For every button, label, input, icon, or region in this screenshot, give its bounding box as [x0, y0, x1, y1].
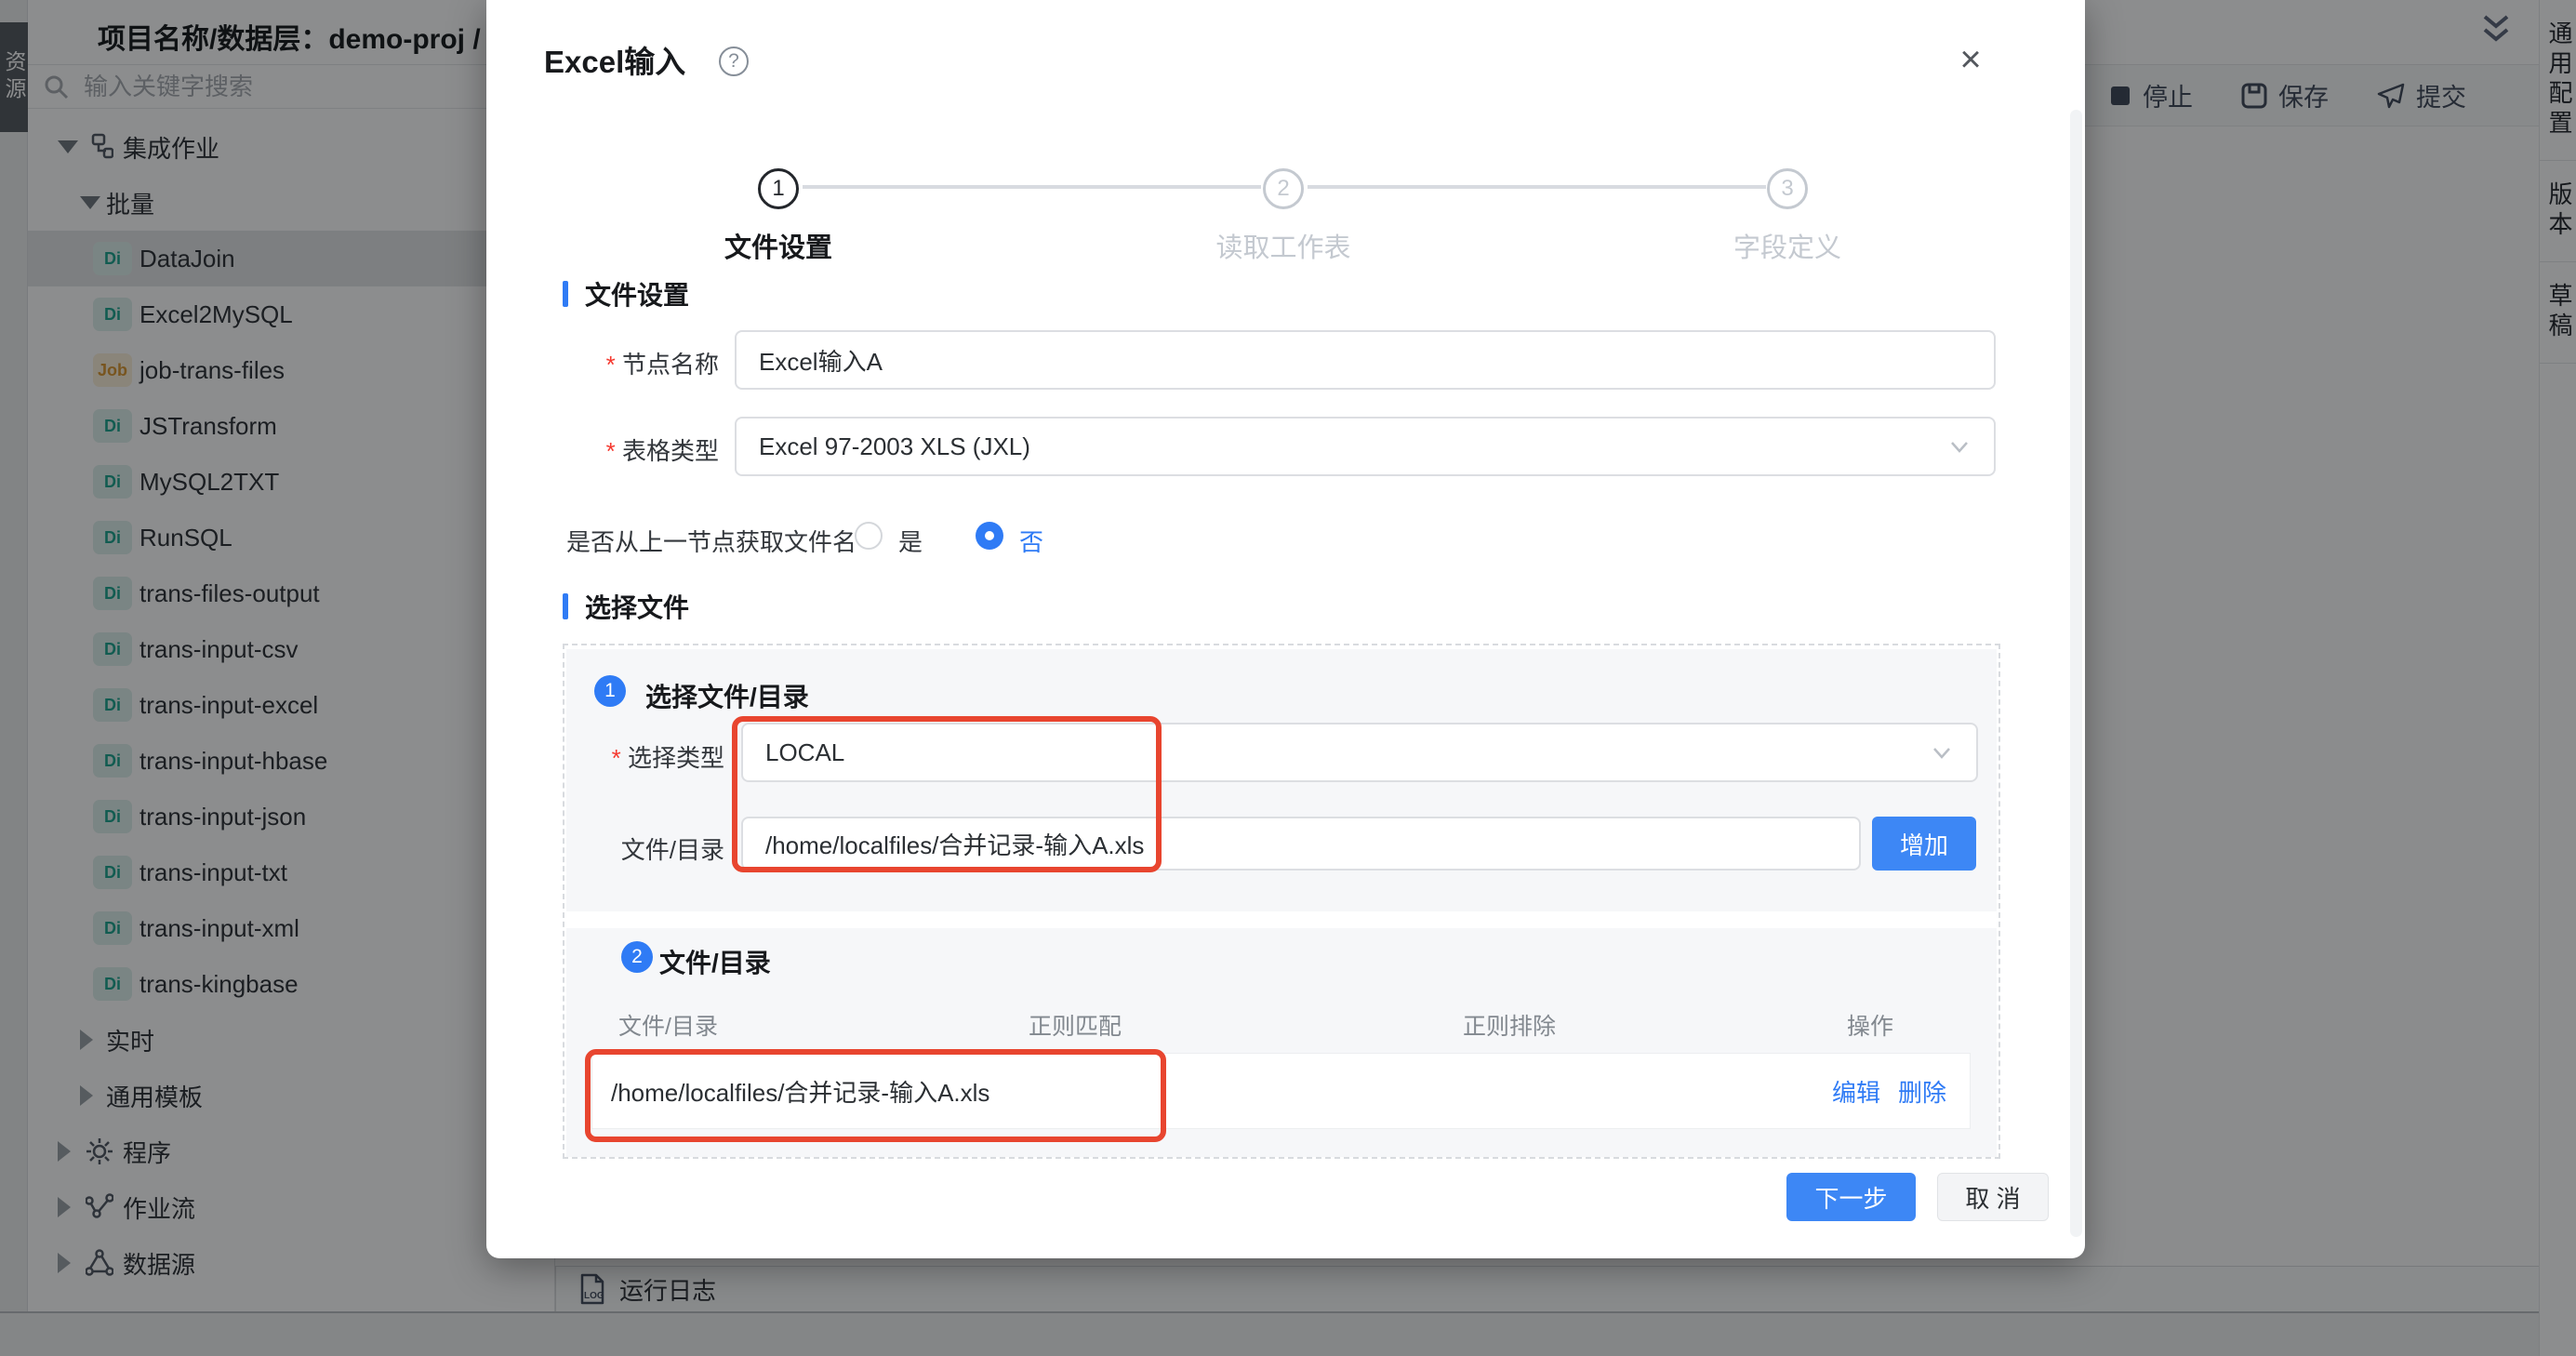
step-1-circle: 1 [758, 168, 799, 209]
panel-1-title: 选择文件/目录 [645, 677, 809, 714]
node-name-label: 节点名称 [524, 346, 719, 380]
step-connector [803, 185, 1261, 189]
panel-select-type: 1 选择文件/目录 选择类型 LOCAL 文件/目录 /home/localfi… [566, 649, 1997, 911]
close-icon[interactable]: × [1948, 39, 1993, 84]
panel-file-list: 2 文件/目录 文件/目录 正则匹配 正则排除 操作 /home/localfi… [566, 928, 1997, 1157]
modal-title: Excel输入 [544, 37, 685, 82]
delete-link[interactable]: 删除 [1898, 1074, 1946, 1109]
radio-yes[interactable] [855, 522, 883, 550]
row-path: /home/localfiles/合并记录-输入A.xls [592, 1074, 989, 1109]
step-connector [1308, 185, 1766, 189]
col-actions: 操作 [1847, 1008, 1893, 1042]
add-button[interactable]: 增加 [1872, 817, 1976, 871]
step-2-label: 读取工作表 [1144, 226, 1423, 265]
section-accent-bar [563, 281, 568, 307]
node-name-input[interactable]: Excel输入A [735, 330, 1996, 390]
panel-2-title: 文件/目录 [659, 943, 771, 980]
table-type-label: 表格类型 [524, 432, 719, 467]
edit-link[interactable]: 编辑 [1832, 1074, 1880, 1109]
step-2-circle: 2 [1263, 168, 1304, 209]
screen: 资源 项目名称/数据层：demo-proj / ODS 运行 停止 保存 提交 [0, 0, 2576, 1356]
help-icon[interactable]: ? [719, 47, 749, 76]
file-table-row: /home/localfiles/合并记录-输入A.xls 编辑 删除 [591, 1053, 1971, 1129]
step-1-label: 文件设置 [639, 226, 918, 265]
section-select-file: 选择文件 [563, 588, 689, 625]
table-type-select[interactable]: Excel 97-2003 XLS (JXL) [735, 417, 1996, 476]
col-file-dir: 文件/目录 [618, 1008, 718, 1042]
section-accent-bar [563, 593, 568, 619]
select-type-select[interactable]: LOCAL [741, 723, 1978, 782]
select-file-container: 1 选择文件/目录 选择类型 LOCAL 文件/目录 /home/localfi… [563, 644, 2000, 1159]
step-3-label: 字段定义 [1648, 226, 1927, 265]
chevron-down-icon [1949, 436, 1970, 457]
radio-no[interactable] [976, 522, 1003, 550]
chevron-down-icon [1932, 742, 1952, 763]
get-filename-label: 是否从上一节点获取文件名 [566, 524, 856, 558]
excel-input-modal: Excel输入 ? × 1 2 3 文件设置 读取工作表 字段定义 文件设置 节… [486, 0, 2085, 1258]
cancel-button[interactable]: 取 消 [1937, 1173, 2049, 1221]
col-regex-exclude: 正则排除 [1463, 1008, 1556, 1042]
step-3-circle: 3 [1767, 168, 1808, 209]
file-dir-label: 文件/目录 [585, 831, 724, 866]
radio-yes-label[interactable]: 是 [898, 524, 923, 558]
file-dir-input[interactable]: /home/localfiles/合并记录-输入A.xls [741, 817, 1861, 871]
col-regex-match: 正则匹配 [1029, 1008, 1122, 1042]
section-file-settings: 文件设置 [563, 275, 689, 312]
select-type-label: 选择类型 [585, 739, 724, 774]
radio-no-label[interactable]: 否 [1019, 524, 1043, 558]
next-step-button[interactable]: 下一步 [1786, 1173, 1916, 1221]
modal-scrollbar[interactable] [2070, 110, 2082, 1237]
panel-2-number: 2 [621, 941, 653, 973]
panel-1-number: 1 [594, 675, 626, 707]
